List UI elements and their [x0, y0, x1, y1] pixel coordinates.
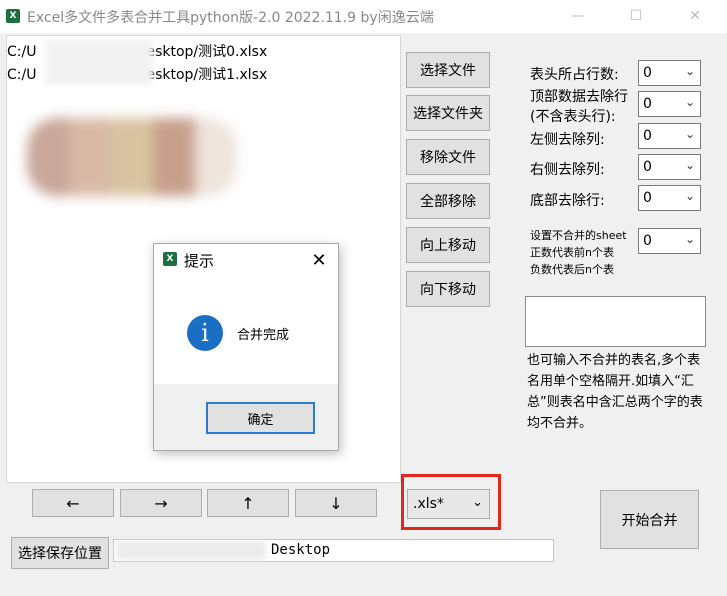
move-left-button[interactable]: ← — [32, 489, 114, 517]
redaction-blob — [27, 118, 237, 196]
redaction-blur — [116, 541, 266, 560]
move-up-arrow-button[interactable]: ↑ — [207, 489, 289, 517]
highlight-box — [401, 474, 501, 530]
dialog-message: 合并完成 — [237, 328, 290, 343]
save-path-field[interactable]: Desktop — [113, 539, 554, 562]
select-value: 0 — [643, 128, 652, 144]
excel-icon: X — [163, 252, 177, 266]
select-value: 0 — [643, 96, 652, 112]
top-remove-select[interactable]: 0 ⌄ — [638, 91, 701, 117]
chevron-down-icon: ⌄ — [684, 158, 695, 172]
select-value: 0 — [643, 65, 652, 81]
top-remove-label-note: (不含表头行): — [530, 109, 616, 125]
chevron-down-icon: ⌄ — [684, 189, 695, 203]
header-rows-select[interactable]: 0 ⌄ — [638, 60, 701, 86]
move-down-arrow-button[interactable]: ↓ — [295, 489, 377, 517]
move-up-button[interactable]: 向上移动 — [406, 227, 490, 263]
dialog-close-button[interactable]: ✕ — [304, 247, 334, 273]
right-remove-select[interactable]: 0 ⌄ — [638, 154, 701, 180]
info-icon: i — [187, 315, 223, 351]
minimize-button[interactable]: — — [563, 5, 593, 27]
redaction-blur — [45, 40, 153, 84]
bottom-remove-select[interactable]: 0 ⌄ — [638, 185, 701, 211]
select-value: 0 — [643, 233, 652, 249]
save-path-text: Desktop — [271, 542, 331, 558]
move-down-button[interactable]: 向下移动 — [406, 271, 490, 307]
select-value: 0 — [643, 190, 652, 206]
dialog-title-bar: X 提示 ✕ — [154, 244, 338, 277]
exclude-sheets-note: 也可输入不合并的表名,多个表名用单个空格隔开.如填入“汇总”则表名中含汇总两个字… — [527, 353, 703, 431]
file-path-prefix: C:/U — [7, 44, 37, 60]
maximize-button[interactable]: ☐ — [621, 5, 651, 27]
chevron-down-icon: ⌄ — [684, 64, 695, 78]
bottom-remove-label: 底部去除行: — [530, 193, 605, 209]
save-location-button[interactable]: 选择保存位置 — [11, 537, 109, 569]
exclude-sheets-input[interactable] — [525, 296, 706, 347]
move-right-button[interactable]: → — [120, 489, 202, 517]
left-remove-select[interactable]: 0 ⌄ — [638, 123, 701, 149]
select-folder-button[interactable]: 选择文件夹 — [406, 95, 490, 131]
chevron-down-icon: ⌄ — [684, 127, 695, 141]
title-bar: X Excel多文件多表合并工具python版-2.0 2022.11.9 by… — [0, 0, 727, 33]
select-file-button[interactable]: 选择文件 — [406, 52, 490, 88]
info-dialog: X 提示 ✕ i 合并完成 确定 — [153, 243, 339, 451]
sheet-skip-hint-negative: 负数代表后n个表 — [530, 263, 614, 276]
chevron-down-icon: ⌄ — [684, 95, 695, 109]
window-title: Excel多文件多表合并工具python版-2.0 2022.11.9 by闲逸… — [27, 10, 434, 26]
start-merge-button[interactable]: 开始合并 — [600, 490, 699, 549]
select-value: 0 — [643, 159, 652, 175]
remove-file-button[interactable]: 移除文件 — [406, 139, 490, 175]
right-remove-label: 右侧去除列: — [530, 162, 605, 178]
excel-icon: X — [6, 9, 20, 23]
sheet-skip-hint-positive: 正数代表前n个表 — [530, 246, 614, 259]
file-path-suffix: esktop/测试0.xlsx — [146, 44, 268, 60]
top-remove-label: 顶部数据去除行 — [530, 89, 628, 105]
sheet-skip-select[interactable]: 0 ⌄ — [638, 228, 701, 254]
sheet-skip-label: 设置不合并的sheet — [530, 229, 627, 242]
left-remove-label: 左侧去除列: — [530, 132, 605, 148]
header-rows-label: 表头所占行数: — [530, 67, 619, 83]
ok-button[interactable]: 确定 — [206, 402, 315, 434]
close-button[interactable]: ✕ — [680, 5, 710, 27]
dialog-title: 提示 — [184, 252, 215, 270]
remove-all-button[interactable]: 全部移除 — [406, 183, 490, 219]
file-path-prefix: C:/U — [7, 67, 37, 83]
chevron-down-icon: ⌄ — [684, 232, 695, 246]
dialog-body: i 合并完成 — [154, 277, 338, 384]
file-path-suffix: esktop/测试1.xlsx — [146, 67, 268, 83]
